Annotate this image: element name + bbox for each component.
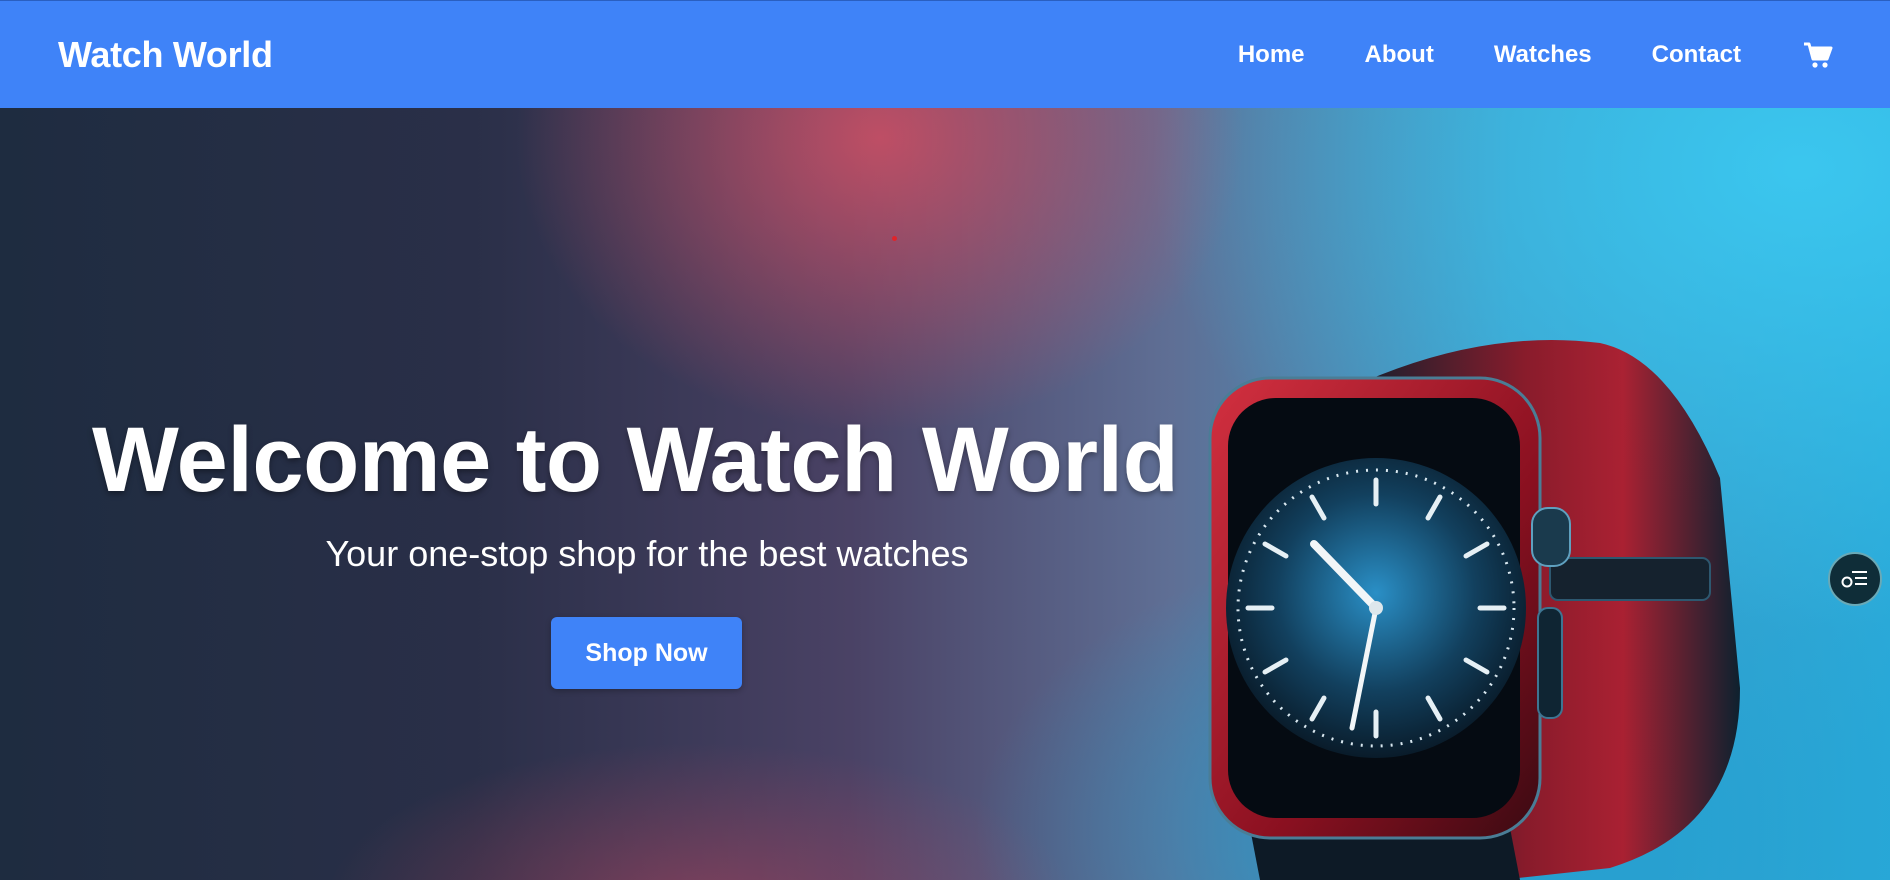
main-nav: Home About Watches Contact — [1238, 38, 1835, 72]
shopping-cart-icon[interactable] — [1801, 38, 1835, 72]
decorative-dot — [892, 236, 897, 241]
nav-link-about[interactable]: About — [1365, 41, 1434, 69]
nav-link-home[interactable]: Home — [1238, 41, 1305, 69]
nav-link-watches[interactable]: Watches — [1494, 41, 1592, 69]
hero-title: Welcome to Watch World — [92, 409, 1179, 511]
list-menu-icon[interactable] — [1828, 552, 1882, 606]
shop-now-button[interactable]: Shop Now — [551, 617, 742, 689]
hero-subtitle: Your one-stop shop for the best watches — [325, 533, 969, 574]
brand-logo[interactable]: Watch World — [58, 34, 273, 76]
hero-section: Welcome to Watch World Your one-stop sho… — [0, 108, 1890, 880]
site-header: Watch World Home About Watches Contact — [0, 0, 1890, 108]
nav-link-contact[interactable]: Contact — [1652, 41, 1741, 69]
